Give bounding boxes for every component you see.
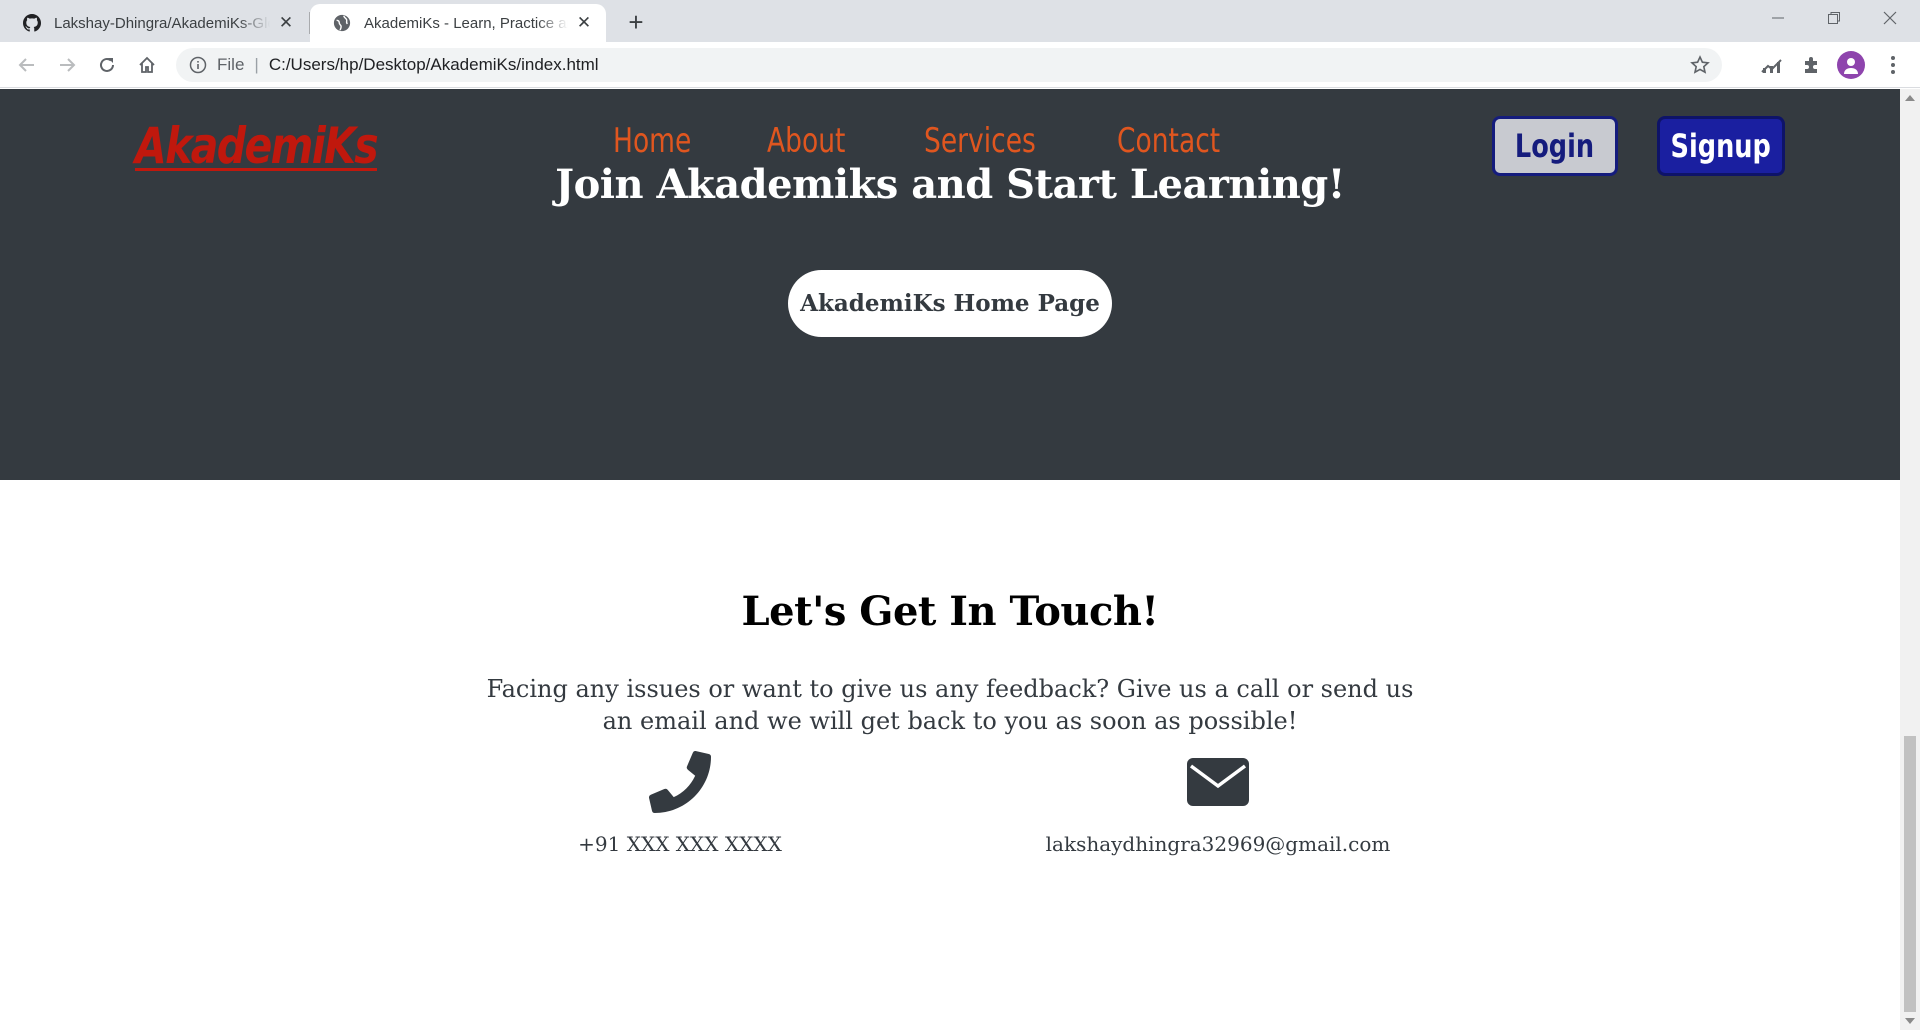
signup-label: Signup — [1670, 127, 1772, 165]
contact-email: lakshaydhingra32969@gmail.com — [1018, 748, 1418, 856]
scrollbar-thumb[interactable] — [1904, 736, 1916, 1012]
bookmark-star-icon[interactable] — [1688, 53, 1712, 77]
url-text[interactable]: C:/Users/hp/Desktop/AkademiKs/index.html — [269, 55, 599, 75]
nav-link-contact[interactable]: Contact — [1117, 121, 1220, 161]
home-page-button[interactable]: AkademiKs Home Page — [788, 270, 1112, 337]
globe-icon — [332, 13, 352, 33]
contact-title: Let's Get In Touch! — [741, 588, 1159, 635]
tab-github[interactable]: Lakshay-Dhingra/AkademiKs-Glo ✕ — [0, 4, 308, 42]
browser-menu-icon[interactable] — [1878, 50, 1908, 80]
scroll-up-icon[interactable] — [1905, 95, 1915, 101]
contact-description: Facing any issues or want to give us any… — [486, 675, 1414, 735]
login-label: Login — [1515, 127, 1595, 165]
hero-title: Join Akademiks and Start Learning! — [555, 161, 1345, 208]
nav-link-services[interactable]: Services — [924, 121, 1036, 161]
tab-title: AkademiKs - Learn, Practice and E — [364, 14, 568, 32]
restore-icon[interactable] — [1806, 0, 1862, 36]
browser-toolbar: File | C:/Users/hp/Desktop/AkademiKs/ind… — [0, 42, 1920, 88]
new-tab-button[interactable]: + — [622, 7, 650, 37]
hero-section: AkademiKs Home About Services Contact Lo… — [0, 89, 1900, 480]
tab-strip: Lakshay-Dhingra/AkademiKs-Glo ✕ AkademiK… — [0, 0, 1920, 42]
minimize-icon[interactable] — [1750, 0, 1806, 36]
email-address[interactable]: lakshaydhingra32969@gmail.com — [1018, 832, 1418, 856]
profile-avatar-icon[interactable] — [1836, 50, 1866, 80]
contact-phone: +91 XXX XXX XXXX — [480, 748, 880, 856]
close-window-icon[interactable] — [1862, 0, 1918, 36]
url-scheme: File — [217, 55, 245, 74]
contact-section: Let's Get In Touch! Facing any issues or… — [0, 480, 1900, 1030]
site-info-icon[interactable] — [187, 54, 209, 76]
phone-icon — [480, 748, 880, 816]
extensions-puzzle-icon[interactable] — [1797, 50, 1827, 80]
close-tab-icon[interactable]: ✕ — [276, 13, 296, 33]
reload-icon[interactable] — [92, 50, 122, 80]
tab-title: Lakshay-Dhingra/AkademiKs-Glo — [54, 14, 270, 32]
phone-number: +91 XXX XXX XXXX — [578, 832, 782, 856]
back-icon[interactable] — [12, 50, 42, 80]
github-icon — [22, 13, 42, 33]
tab-akademiks[interactable]: AkademiKs - Learn, Practice and E ✕ — [310, 4, 606, 42]
url-divider: | — [254, 55, 259, 74]
page-viewport: AkademiKs Home About Services Contact Lo… — [0, 89, 1900, 1030]
address-bar[interactable]: File | C:/Users/hp/Desktop/AkademiKs/ind… — [176, 48, 1722, 82]
scroll-down-icon[interactable] — [1905, 1018, 1915, 1024]
home-icon[interactable] — [132, 50, 162, 80]
close-tab-icon[interactable]: ✕ — [574, 13, 594, 33]
envelope-icon — [1018, 748, 1418, 816]
nav-link-about[interactable]: About — [767, 121, 845, 161]
forward-icon[interactable] — [52, 50, 82, 80]
nav-link-home[interactable]: Home — [613, 121, 691, 161]
extension-chart-icon[interactable] — [1757, 50, 1787, 80]
page-scrollbar[interactable] — [1900, 89, 1920, 1030]
